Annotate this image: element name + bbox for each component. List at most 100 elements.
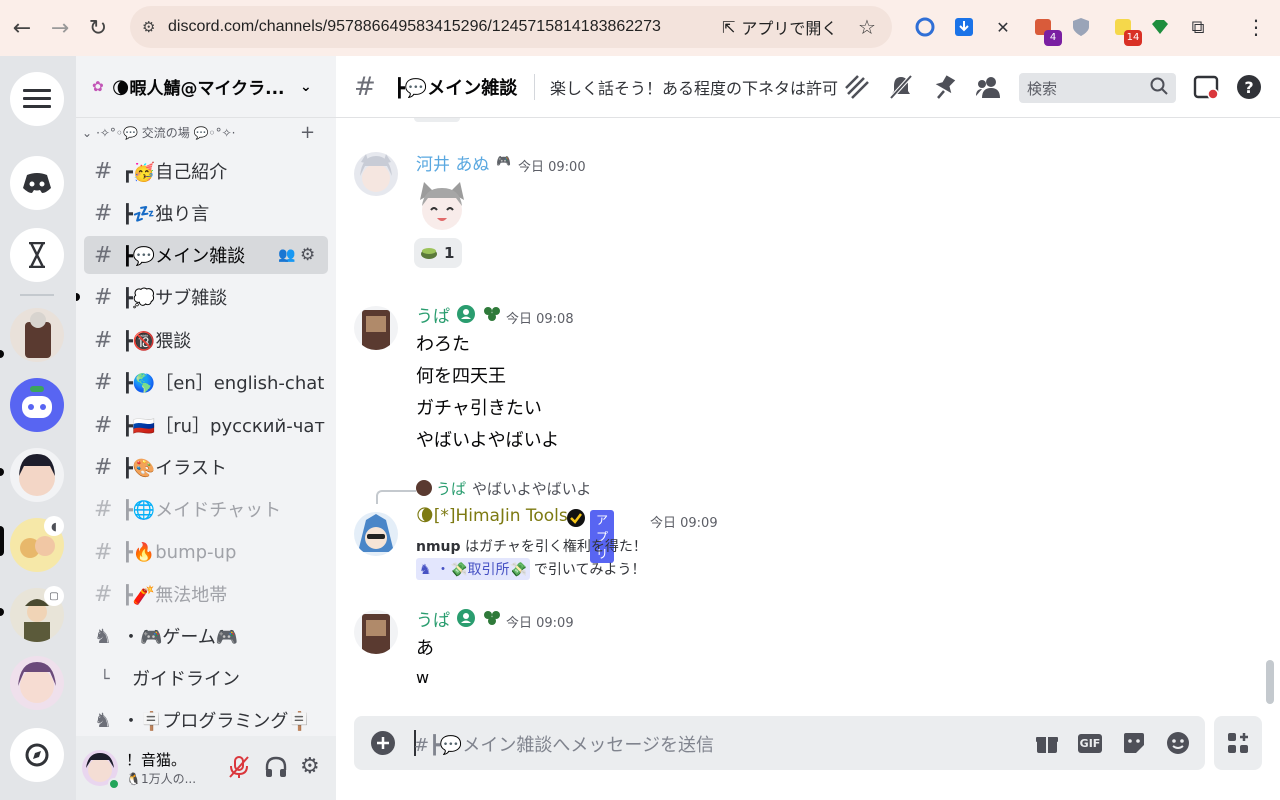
discord-home-icon[interactable] — [10, 156, 64, 210]
add-channel-icon[interactable]: + — [300, 122, 315, 143]
channel-mention[interactable]: ♞ ・💸取引所💸 — [416, 558, 530, 580]
open-in-app-button[interactable]: ⇱ アプリで開く — [722, 15, 837, 39]
back-icon[interactable]: ← — [2, 8, 42, 48]
gift-icon[interactable] — [1032, 728, 1062, 758]
online-status-icon — [108, 778, 120, 790]
extension-badge-icon[interactable]: 4 — [1030, 14, 1062, 46]
sidebar-channel[interactable]: # ┣🌎［en］english-chat — [84, 363, 328, 401]
message-timestamp: 今日 09:00 — [518, 160, 586, 175]
channel-label: ┣🔥bump-up — [122, 541, 237, 563]
message-input[interactable]: #┣💬メイン雑談へメッセージを送信 — [414, 731, 714, 757]
discover-compass-icon[interactable] — [10, 728, 64, 782]
sidebar-channel[interactable]: # ┣🔥bump-up — [84, 533, 328, 571]
server-badge-icon: ✿ — [92, 78, 104, 95]
message-author[interactable]: 河井 あぬ — [416, 150, 489, 175]
sidebar-channel[interactable]: # ┣💬メイン雑談 👥 ⚙ — [84, 236, 328, 274]
channel-category[interactable]: ⌄ ·✧°◦💬 交流の場 💬◦°✧· + — [82, 122, 328, 143]
server-avatar-bear-icon[interactable] — [10, 308, 64, 362]
extension-ring-icon[interactable] — [912, 14, 938, 40]
channel-label: ┣💤独り言 — [122, 204, 210, 225]
sidebar-channel[interactable]: # ┣🔞猥談 — [84, 321, 328, 359]
sidebar-channel[interactable]: ♞ ・🎮ゲーム🎮 — [84, 617, 328, 655]
settings-gear-icon[interactable]: ⚙ — [300, 754, 320, 779]
sidebar-channel[interactable]: # ┣💭サブ雑談 — [76, 278, 328, 316]
user-badge-icon — [456, 304, 476, 328]
reply-preview[interactable]: やばいよやばいよ — [472, 478, 591, 499]
unread-pill — [0, 608, 4, 616]
reload-icon[interactable]: ↻ — [78, 8, 118, 48]
bot-avatar[interactable] — [354, 512, 398, 556]
sticker-icon[interactable] — [1119, 728, 1149, 758]
controller-icon: 🎮 — [496, 154, 511, 168]
message-author[interactable]: うぱ — [416, 606, 450, 631]
channel-label: ┣🎨イラスト — [122, 458, 227, 479]
forward-icon[interactable]: → — [40, 8, 80, 48]
shield-icon[interactable] — [1068, 14, 1094, 40]
channel-label: ┣💬メイン雑談 — [122, 246, 246, 267]
address-bar[interactable]: ⚙ discord.com/channels/95788664958341529… — [130, 6, 892, 48]
message-author[interactable]: うぱ — [416, 302, 450, 327]
site-info-icon[interactable]: ⚙ — [142, 18, 155, 36]
sidebar-channel[interactable]: # ┣🇷🇺［ru］русский-чат — [84, 406, 328, 444]
menu-icon[interactable] — [10, 72, 64, 126]
message-author[interactable]: 🌘[*]HimaJin Tools — [416, 506, 568, 526]
emoji-icon[interactable] — [1163, 728, 1193, 758]
sidebar-channel[interactable]: ♞ ・🪧プログラミング🪧 — [84, 701, 328, 739]
clover-icon — [482, 608, 502, 632]
gif-icon[interactable]: GIF — [1075, 728, 1105, 758]
chevron-down-icon: ⌄ — [82, 125, 93, 140]
puzzle-icon[interactable]: ⧉ — [1185, 14, 1211, 40]
bookmark-star-icon[interactable]: ☆ — [858, 15, 876, 39]
hashtag-icon: # — [94, 200, 113, 226]
message-timestamp: 今日 09:09 — [506, 616, 574, 631]
reply-author[interactable]: うぱ — [436, 478, 466, 499]
server-bot-icon[interactable] — [10, 378, 64, 432]
unread-dot — [76, 293, 80, 301]
embed-edge — [414, 118, 460, 122]
sidebar-channel[interactable]: # ┣🌐メイドチャット — [84, 490, 328, 528]
unread-pill — [0, 350, 4, 358]
username[interactable]: ！音猫。 — [126, 749, 196, 770]
message-composer[interactable]: #┣💬メイン雑談へメッセージを送信 GIF — [354, 716, 1205, 770]
mic-muted-icon[interactable] — [228, 755, 250, 783]
hourglass-server-icon[interactable] — [10, 228, 64, 282]
channel-label: ガイドライン — [132, 669, 240, 690]
headphones-icon[interactable] — [264, 755, 288, 783]
user-avatar[interactable] — [354, 152, 398, 196]
server-header[interactable]: ✿ 🌘暇人鯖@マイクラ... ⌄ — [76, 56, 336, 118]
add-attachment-icon[interactable] — [370, 730, 396, 760]
hashtag-icon: # — [94, 412, 113, 438]
reaction-chip[interactable]: 1 — [414, 238, 462, 268]
message-line: わろた — [416, 334, 470, 355]
hashtag-icon: # — [94, 327, 113, 353]
extension-notes-icon[interactable]: 14 — [1110, 14, 1142, 46]
invite-icon[interactable]: 👥 — [278, 247, 295, 263]
hashtag-icon: # — [94, 539, 113, 565]
more-menu-icon[interactable]: ⋮ — [1243, 14, 1269, 40]
server-girl-icon[interactable] — [10, 656, 64, 710]
download-icon[interactable] — [951, 14, 977, 40]
gem-icon[interactable] — [1147, 14, 1173, 40]
message-line: あ — [416, 638, 434, 659]
message-timestamp: 今日 09:08 — [506, 312, 574, 327]
sidebar-channel[interactable]: # ┣🧨無法地帯 — [84, 575, 328, 613]
bot-line: nmup はガチャを引く権利を得た！ — [416, 539, 647, 555]
chat-scrollbar[interactable] — [1266, 660, 1274, 704]
sticker-image[interactable] — [416, 180, 468, 232]
user-avatar[interactable] — [354, 306, 398, 350]
sidebar-channel[interactable]: # ┣💤独り言 — [84, 194, 328, 232]
sidebar-channel[interactable]: # ┏🥳自己紹介 — [84, 152, 328, 190]
x-extension-icon[interactable]: ✕ — [990, 14, 1016, 40]
apps-launcher-icon[interactable] — [1214, 716, 1262, 770]
sidebar-channel[interactable]: # ┣🎨イラスト — [84, 448, 328, 486]
user-panel: ！音猫。 🐧1万人の... ⚙ — [76, 736, 336, 800]
verified-icon — [566, 508, 586, 532]
hashtag-icon: # — [94, 242, 113, 268]
server-anime-avatar-icon[interactable] — [10, 448, 64, 502]
sidebar-channel[interactable]: └ ガイドライン — [84, 659, 328, 697]
user-avatar[interactable] — [354, 610, 398, 654]
channel-settings-icon[interactable]: ⚙ — [300, 245, 315, 265]
message-line: 何を四天王 — [416, 366, 506, 387]
chat-area: # ┣💬メイン雑談 楽しく話そう！ある程度の下ネタは許可 検索 ? 河井 あぬ … — [336, 56, 1280, 800]
thread-branch-icon: └ — [100, 668, 110, 688]
